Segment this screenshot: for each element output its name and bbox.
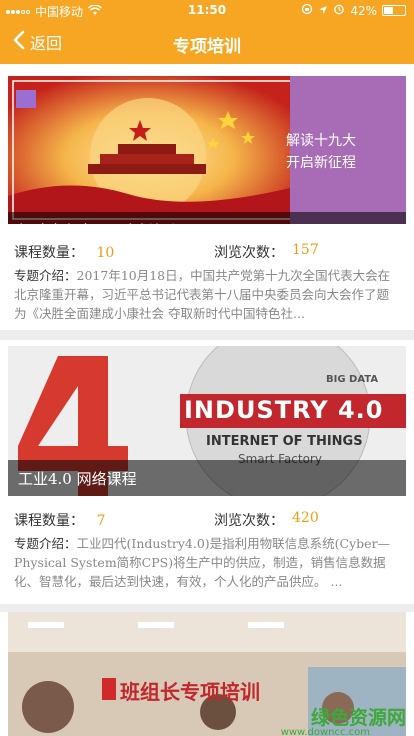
course-banner[interactable]: 解读十九大 开启新征程 解读十九大，开启新征程 bbox=[8, 76, 406, 224]
course-description: 专题介绍：工业四代(Industry4.0)是指利用物联信息系统(Cyber—P… bbox=[14, 534, 400, 592]
industry-art-number: 4. bbox=[28, 386, 29, 387]
watermark-url: www.downcc.com bbox=[280, 727, 370, 736]
count-label: 课程数量： bbox=[14, 245, 84, 261]
course-description: 专题介绍：2017年10月18日，中国共产党第十九次全国代表大会在北京隆重开幕，… bbox=[14, 266, 400, 324]
banner-caption: 解读十九大，开启新征程 bbox=[8, 212, 406, 224]
battery-fill bbox=[384, 7, 394, 14]
views-label: 浏览次数： bbox=[214, 245, 284, 261]
course-card-team-leader[interactable]: 班组长专项培训 绿色资源网 www.downcc.com bbox=[0, 612, 414, 736]
count-value: 7 bbox=[96, 513, 106, 529]
industry-art-title: INDUSTRY 4.0 bbox=[184, 396, 384, 424]
battery-icon bbox=[382, 5, 406, 16]
congress-banner-image bbox=[8, 76, 406, 224]
course-stats: 课程数量： 7 浏览次数： 420 bbox=[14, 510, 400, 530]
page-title: 专项培训 bbox=[173, 37, 241, 57]
industry-art-bigdata: BIG DATA bbox=[326, 374, 379, 385]
banner-caption: 工业4.0 网络课程 bbox=[8, 460, 406, 496]
side-text-line-2: 开启新征程 bbox=[286, 155, 356, 171]
course-card-industry-4[interactable]: 4. INDUSTRY 4.0 INTERNET OF THINGS BIG D… bbox=[0, 340, 414, 604]
alarm-icon bbox=[333, 3, 345, 18]
views-value: 157 bbox=[292, 242, 319, 258]
count-value: 10 bbox=[96, 245, 115, 261]
banner-title: 班组长专项培训 bbox=[120, 680, 260, 704]
count-label: 课程数量： bbox=[14, 513, 84, 529]
course-card-19th-congress[interactable]: 解读十九大 开启新征程 解读十九大，开启新征程 课程数量： 10 浏览次数： 1… bbox=[0, 64, 414, 330]
course-banner[interactable]: 4. INDUSTRY 4.0 INTERNET OF THINGS BIG D… bbox=[8, 346, 406, 496]
watermark-logo: 绿色资源网 bbox=[310, 707, 406, 729]
rotation-lock-icon bbox=[301, 3, 313, 18]
desc-label: 专题介绍： bbox=[14, 268, 77, 283]
battery-percent: 42% bbox=[350, 3, 377, 18]
course-stats: 课程数量： 10 浏览次数： 157 bbox=[14, 242, 400, 262]
status-right: 42% bbox=[301, 3, 406, 18]
industry-art-iot: INTERNET OF THINGS bbox=[206, 434, 363, 449]
location-icon bbox=[318, 4, 328, 18]
views-value: 420 bbox=[292, 510, 319, 526]
status-bar: 中国移动 11:50 42% bbox=[0, 0, 414, 20]
desc-label: 专题介绍： bbox=[14, 536, 77, 551]
nav-bar: 返回 专项培训 bbox=[0, 20, 414, 64]
views-label: 浏览次数： bbox=[214, 513, 284, 529]
side-text-line-1: 解读十九大 bbox=[286, 133, 356, 149]
